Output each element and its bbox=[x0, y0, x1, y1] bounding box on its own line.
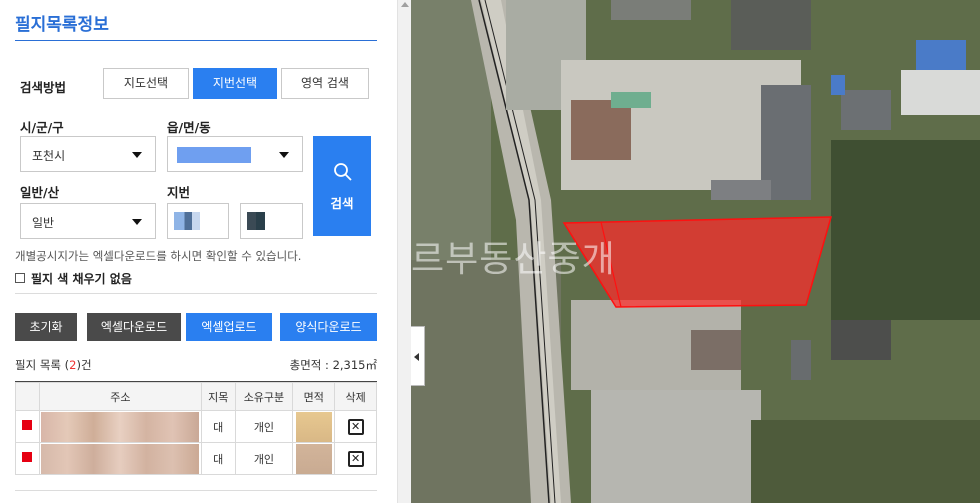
redacted-jibun-sub bbox=[247, 212, 265, 230]
chevron-down-icon bbox=[279, 152, 289, 158]
area-cell bbox=[292, 442, 336, 475]
color-cell bbox=[15, 410, 40, 443]
owner-cell: 개인 bbox=[234, 442, 294, 475]
parcel-color-swatch bbox=[22, 452, 33, 462]
redacted-area bbox=[295, 411, 332, 442]
redacted-jibun-main bbox=[174, 212, 200, 230]
sido-label: 시/군/구 bbox=[20, 120, 64, 135]
type-value: 일반 bbox=[32, 216, 55, 230]
excel-upload-button[interactable]: 엑셀업로드 bbox=[186, 313, 272, 341]
aerial-map[interactable]: 르부동산중개 bbox=[411, 0, 980, 503]
jibun-sub-input[interactable] bbox=[240, 203, 303, 239]
chevron-down-icon bbox=[132, 219, 142, 225]
redacted-area bbox=[295, 443, 332, 474]
table-bottom-divider bbox=[15, 490, 377, 491]
title-divider bbox=[15, 40, 377, 41]
info-text: 개별공시지가는 엑셀다운로드를 하시면 확인할 수 있습니다. bbox=[15, 249, 302, 263]
search-method-label: 검색방법 bbox=[20, 80, 67, 95]
fill-color-checkbox[interactable] bbox=[15, 273, 25, 283]
col-address: 주소 bbox=[38, 382, 202, 411]
chevron-left-icon bbox=[414, 353, 419, 361]
col-area: 면적 bbox=[292, 382, 336, 411]
panel-title: 필지목록정보 bbox=[15, 15, 109, 35]
panel-scrollbar[interactable] bbox=[397, 0, 411, 503]
map-watermark: 르부동산중개 bbox=[411, 239, 616, 280]
search-icon bbox=[334, 163, 352, 181]
chevron-down-icon bbox=[132, 152, 142, 158]
sido-value: 포천시 bbox=[32, 149, 66, 163]
fill-color-checkbox-label[interactable]: 필지 색 채우기 없음 bbox=[31, 270, 132, 287]
color-cell bbox=[15, 442, 40, 475]
parcel-list-heading: 필지 목록 (2)건 bbox=[15, 357, 92, 373]
form-download-button[interactable]: 양식다운로드 bbox=[280, 313, 377, 341]
total-area: 총면적 : 2,315㎡ bbox=[289, 358, 377, 372]
tab-map-select[interactable]: 지도선택 bbox=[103, 68, 189, 99]
address-cell bbox=[38, 442, 202, 475]
table-row[interactable]: 대 개인 ✕ bbox=[15, 410, 377, 443]
redacted-address bbox=[41, 443, 200, 474]
excel-download-button[interactable]: 엑셀다운로드 bbox=[87, 313, 181, 341]
list-label-pre: 필지 목록 ( bbox=[15, 358, 70, 372]
eup-select[interactable] bbox=[167, 136, 303, 172]
col-owner: 소유구분 bbox=[234, 382, 294, 411]
redacted-address bbox=[41, 411, 200, 442]
table-row[interactable]: 대 개인 ✕ bbox=[15, 442, 377, 475]
delete-cell: ✕ bbox=[334, 410, 377, 443]
col-color bbox=[15, 382, 40, 411]
search-button[interactable]: 검색 bbox=[313, 136, 371, 236]
delete-cell: ✕ bbox=[334, 442, 377, 475]
parcel-table: 주소 지목 소유구분 면적 삭제 대 개인 ✕ 대 개인 ✕ bbox=[15, 382, 377, 475]
type-select[interactable]: 일반 bbox=[20, 203, 156, 239]
scroll-up-icon[interactable] bbox=[401, 2, 409, 7]
jibun-main-input[interactable] bbox=[167, 203, 229, 239]
jibun-label: 지번 bbox=[167, 185, 191, 200]
section-divider bbox=[15, 293, 377, 294]
eup-label: 읍/면/동 bbox=[167, 120, 211, 135]
panel-collapse-button[interactable] bbox=[411, 326, 425, 386]
search-button-label: 검색 bbox=[330, 196, 354, 211]
redacted-eup-value bbox=[177, 147, 251, 163]
sido-select[interactable]: 포천시 bbox=[20, 136, 156, 172]
area-cell bbox=[292, 410, 336, 443]
list-label-post: )건 bbox=[76, 358, 92, 372]
delete-icon[interactable]: ✕ bbox=[347, 418, 364, 435]
col-jimok: 지목 bbox=[200, 382, 236, 411]
parcel-color-swatch bbox=[22, 420, 33, 430]
owner-cell: 개인 bbox=[234, 410, 294, 443]
tab-jibun-select[interactable]: 지번선택 bbox=[193, 68, 277, 99]
tab-area-search[interactable]: 영역 검색 bbox=[281, 68, 369, 99]
type-label: 일반/산 bbox=[20, 185, 60, 200]
jimok-cell: 대 bbox=[200, 410, 236, 443]
address-cell bbox=[38, 410, 202, 443]
parcel-list-panel: 필지목록정보 검색방법 지도선택 지번선택 영역 검색 시/군/구 읍/면/동 … bbox=[0, 0, 397, 503]
delete-icon[interactable]: ✕ bbox=[347, 450, 364, 467]
reset-button[interactable]: 초기화 bbox=[15, 313, 77, 341]
jimok-cell: 대 bbox=[200, 442, 236, 475]
col-delete: 삭제 bbox=[334, 382, 377, 411]
